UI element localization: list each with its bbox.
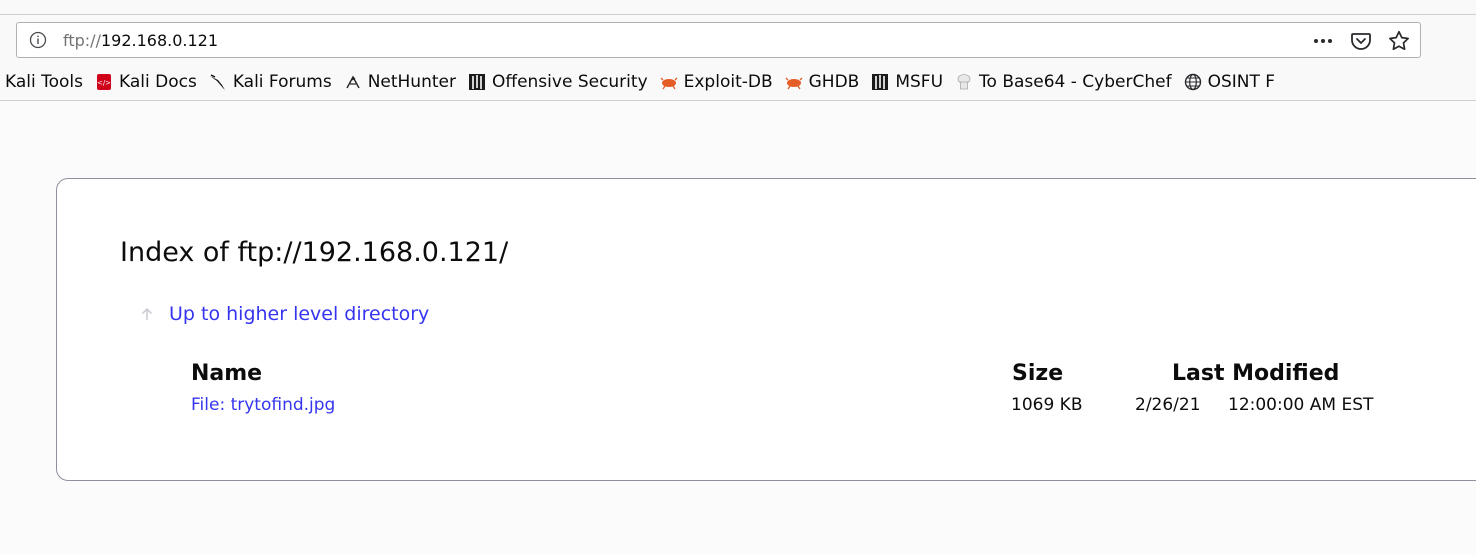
bookmark-label: OSINT F bbox=[1207, 72, 1276, 92]
globe-icon bbox=[1184, 73, 1202, 91]
bookmark-kali-forums[interactable]: Kali Forums bbox=[204, 72, 339, 92]
bookmark-exploit-db[interactable]: Exploit-DB bbox=[655, 72, 780, 92]
offsec-icon bbox=[468, 73, 486, 91]
up-directory-link[interactable]: Up to higher level directory bbox=[169, 303, 429, 325]
ghdb-bug-icon bbox=[785, 73, 803, 91]
column-header-name[interactable]: Name bbox=[191, 361, 262, 386]
nethunter-icon bbox=[344, 73, 362, 91]
site-info-icon[interactable] bbox=[29, 31, 47, 49]
file-link[interactable]: File: trytofind.jpg bbox=[191, 395, 335, 415]
bookmark-cyberchef[interactable]: To Base64 - CyberChef bbox=[950, 72, 1179, 92]
pocket-icon[interactable] bbox=[1348, 29, 1374, 53]
up-directory-row: Up to higher level directory bbox=[139, 303, 429, 325]
bookmark-label: GHDB bbox=[808, 72, 860, 92]
tab-strip-divider bbox=[0, 14, 1476, 15]
bookmark-msfu[interactable]: MSFU bbox=[866, 72, 950, 92]
bookmark-label: Kali Tools bbox=[5, 72, 83, 92]
bookmark-label: NetHunter bbox=[367, 72, 456, 92]
bookmark-kali-docs[interactable]: </> Kali Docs bbox=[90, 72, 204, 92]
msfu-icon bbox=[871, 73, 889, 91]
table-row: File: trytofind.jpg 1069 KB 2/26/21 12:0… bbox=[57, 395, 1476, 419]
cyberchef-icon bbox=[955, 73, 973, 91]
bookmark-label: MSFU bbox=[895, 72, 944, 92]
svg-text:</>: </> bbox=[97, 79, 111, 87]
kali-docs-icon: </> bbox=[95, 73, 113, 91]
bookmark-star-icon[interactable] bbox=[1386, 29, 1412, 53]
bookmark-label: Offensive Security bbox=[491, 72, 648, 92]
page-title: Index of ftp://192.168.0.121/ bbox=[120, 237, 509, 268]
bookmark-label: Kali Forums bbox=[232, 72, 332, 92]
toolbar-divider bbox=[0, 100, 1476, 101]
bookmark-label: To Base64 - CyberChef bbox=[979, 72, 1172, 92]
bookmark-label: Exploit-DB bbox=[683, 72, 773, 92]
browser-chrome: ftp://192.168.0.121 Kali Tools </> Kali … bbox=[0, 0, 1476, 101]
column-header-last-modified[interactable]: Last Modified bbox=[1172, 361, 1339, 386]
bookmark-ghdb[interactable]: GHDB bbox=[780, 72, 867, 92]
bookmark-offensive-security[interactable]: Offensive Security bbox=[463, 72, 655, 92]
bookmark-kali-tools[interactable]: Kali Tools bbox=[0, 72, 90, 92]
kali-dragon-icon bbox=[209, 73, 227, 91]
up-arrow-icon bbox=[139, 306, 155, 322]
url-text[interactable]: ftp://192.168.0.121 bbox=[63, 31, 218, 51]
url-host: 192.168.0.121 bbox=[100, 31, 219, 50]
directory-listing: Index of ftp://192.168.0.121/ Up to high… bbox=[56, 178, 1476, 481]
file-date: 2/26/21 bbox=[1135, 395, 1201, 415]
file-size: 1069 KB bbox=[1011, 395, 1083, 415]
exploitdb-bug-icon bbox=[660, 73, 678, 91]
bookmark-nethunter[interactable]: NetHunter bbox=[339, 72, 463, 92]
bookmark-osint[interactable]: OSINT F bbox=[1179, 72, 1282, 92]
page-actions-menu-icon[interactable] bbox=[1310, 29, 1336, 53]
url-scheme: ftp:// bbox=[63, 31, 101, 50]
address-bar[interactable]: ftp://192.168.0.121 bbox=[16, 22, 1421, 58]
page-actions bbox=[1310, 29, 1412, 53]
column-header-size[interactable]: Size bbox=[1012, 361, 1063, 386]
file-time: 12:00:00 AM EST bbox=[1228, 395, 1374, 415]
bookmarks-toolbar: Kali Tools </> Kali Docs Kali Forums Net… bbox=[0, 66, 1476, 98]
bookmark-label: Kali Docs bbox=[119, 72, 197, 92]
